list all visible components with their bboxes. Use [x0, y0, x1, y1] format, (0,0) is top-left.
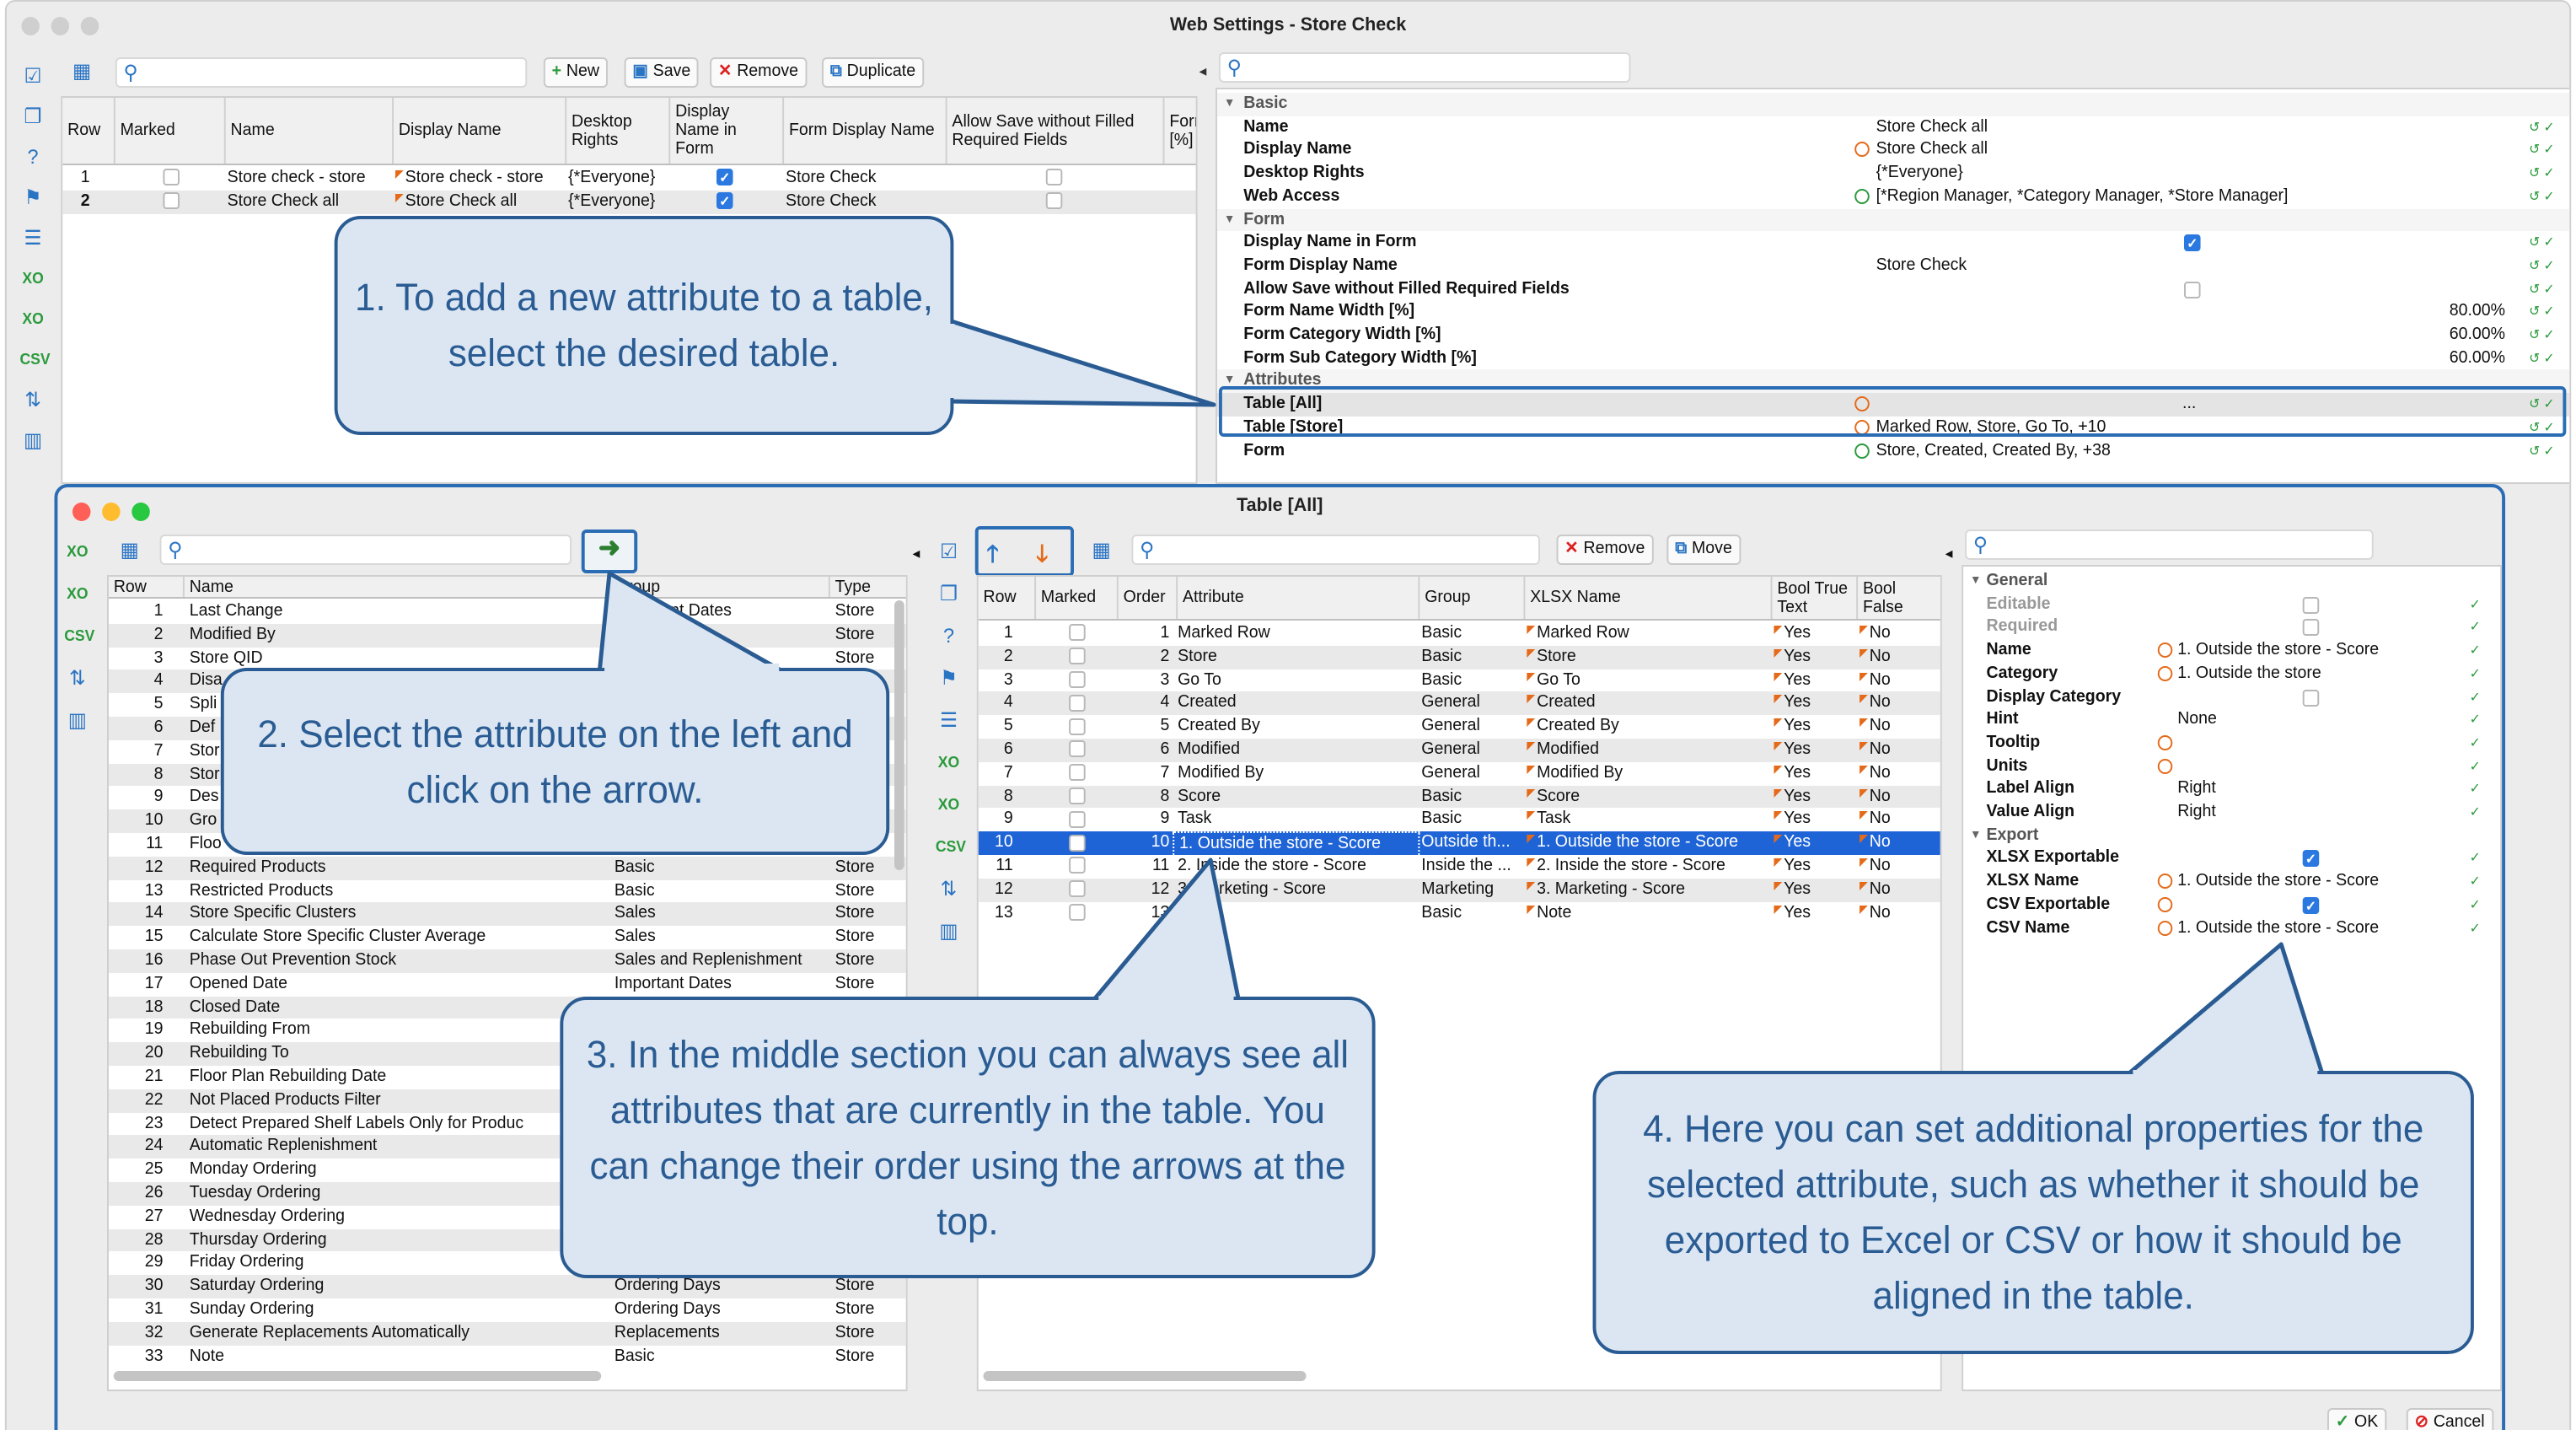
callout-pointer-joins: [604, 324, 2318, 1078]
